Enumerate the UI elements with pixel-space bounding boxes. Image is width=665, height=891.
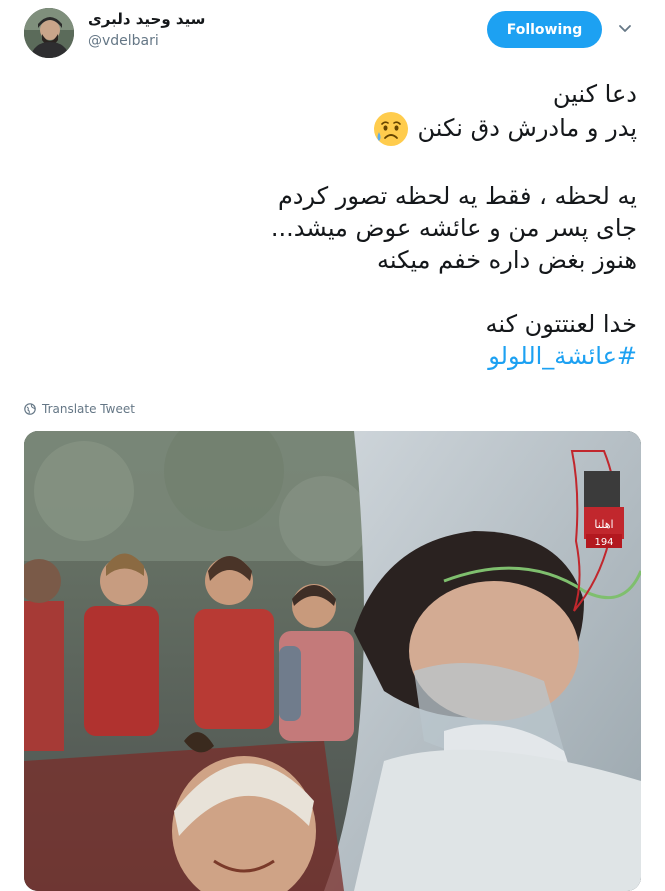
tweet-line: خدا لعنتتون کنه xyxy=(485,310,637,338)
following-button[interactable]: Following xyxy=(487,11,602,48)
tweet-line: یه لحظه ، فقط یه لحظه تصور کردم xyxy=(277,182,637,210)
avatar[interactable] xyxy=(24,8,74,58)
hashtag-link[interactable]: #عائشة_اللولو xyxy=(37,340,637,372)
chevron-down-icon[interactable] xyxy=(618,22,632,36)
tweet-line: جای پسر من و عائشه عوض میشد... xyxy=(270,214,637,242)
tweet-header: سید وحید دلبری @vdelbari Following xyxy=(0,0,665,70)
tweet-line: پدر و مادرش دق نکنن xyxy=(417,114,637,142)
tweet-line: دعا کنین xyxy=(552,80,637,108)
tweet-media-image[interactable]: اهلنا 194 xyxy=(24,431,641,891)
logo-text: اهلنا xyxy=(594,518,613,531)
tweet-line-with-emoji: پدر و مادرش دق نکنن xyxy=(37,110,637,148)
translate-tweet-link[interactable]: Translate Tweet xyxy=(24,402,135,416)
display-name[interactable]: سید وحید دلبری xyxy=(88,10,205,28)
user-handle[interactable]: @vdelbari xyxy=(88,33,159,49)
photo-collage: اهلنا 194 xyxy=(24,431,641,891)
translate-label: Translate Tweet xyxy=(42,402,135,416)
logo-number: 194 xyxy=(594,537,613,548)
globe-icon xyxy=(24,403,36,415)
tweet-text: دعا کنین پدر و مادرش دق نکنن یه لحظه ، ف… xyxy=(37,78,637,372)
tweet-line: هنوز بغض داره خفم میکنه xyxy=(377,246,637,274)
sad-tear-emoji-icon xyxy=(373,112,408,146)
